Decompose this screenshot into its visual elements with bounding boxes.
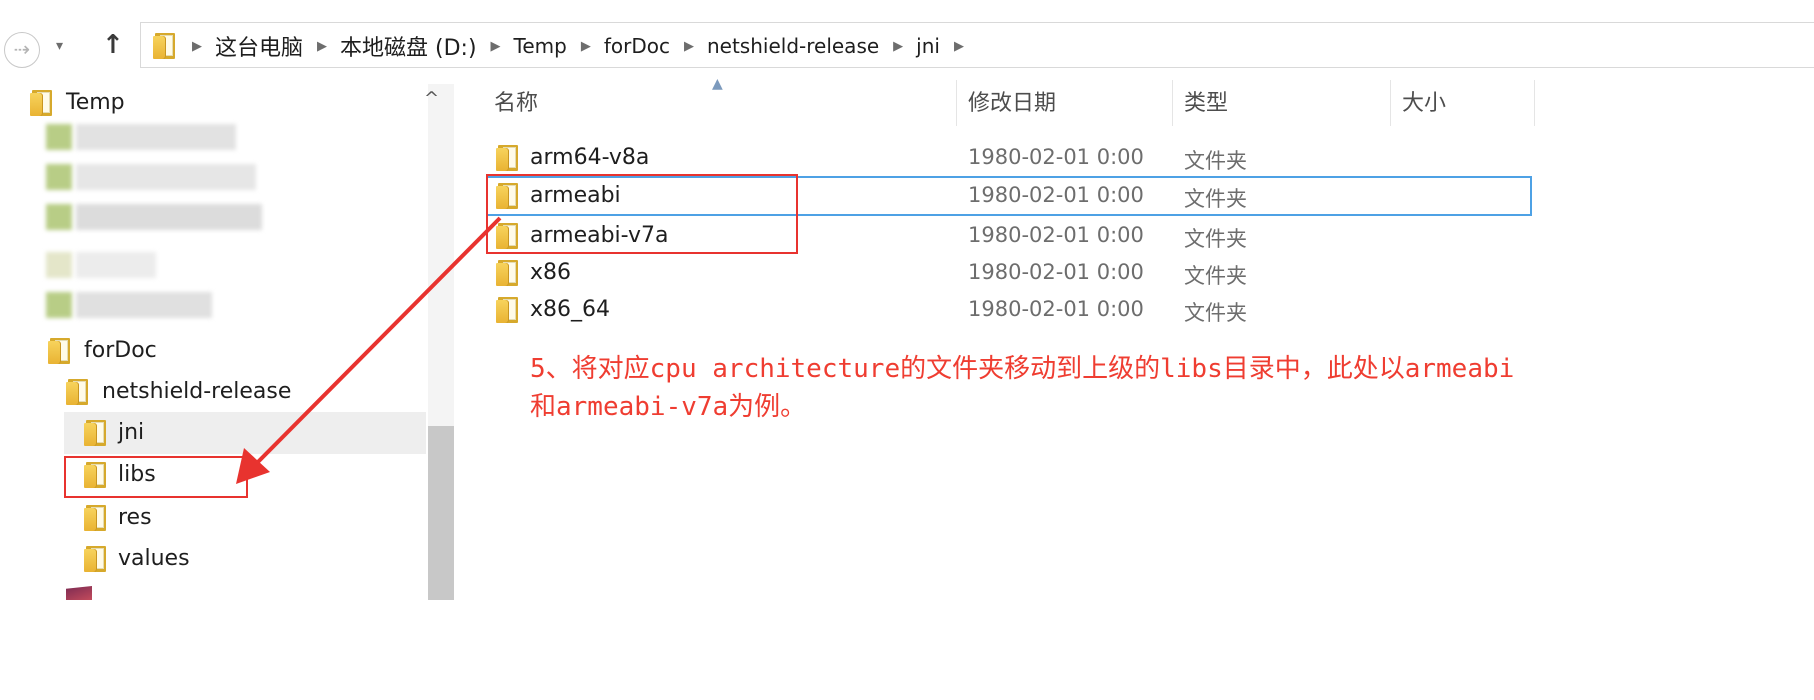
annotation-note: 5、将对应cpu architecture的文件夹移动到上级的libs目录中，此… <box>530 350 1770 426</box>
annotation-note-line: 和armeabi-v7a为例。 <box>530 392 807 422</box>
annotation-note-line: 5、将对应cpu architecture的文件夹移动到上级的libs目录中，此… <box>530 354 1515 384</box>
